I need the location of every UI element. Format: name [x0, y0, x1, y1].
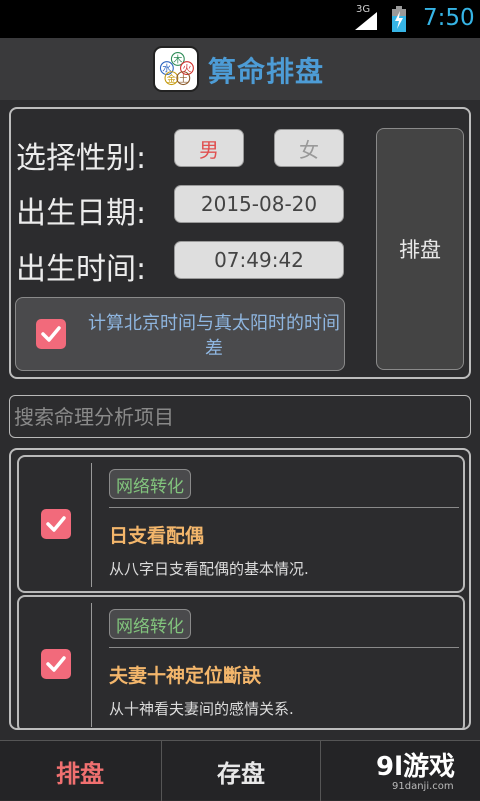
- watermark-logo: 9l游戏 91danji.com: [362, 746, 474, 796]
- item-title: 日支看配偶: [109, 525, 205, 547]
- plate-tab-button[interactable]: 排盘: [0, 741, 160, 801]
- gender-label: 选择性别:: [16, 141, 147, 176]
- item-checkbox[interactable]: [41, 509, 71, 539]
- true-solar-time-toggle[interactable]: 计算北京时间与真太阳时的时间差: [15, 297, 345, 371]
- logo-char-earth: 土: [179, 73, 188, 85]
- item-source-tag: 网络转化: [109, 609, 191, 639]
- checkbox-checked-icon[interactable]: [36, 319, 66, 349]
- battery-charging-icon: [392, 6, 406, 32]
- gender-female-button[interactable]: 女: [274, 129, 344, 167]
- divider: [91, 463, 92, 587]
- logo-char-water: 水: [162, 63, 171, 75]
- item-description: 从八字日支看配偶的基本情况.: [109, 560, 309, 578]
- logo-char-wood: 木: [173, 54, 182, 66]
- checkmark-icon: [46, 656, 66, 672]
- save-tab-button[interactable]: 存盘: [161, 741, 321, 801]
- logo-char-fire: 火: [182, 64, 191, 75]
- search-input[interactable]: [9, 395, 471, 438]
- gender-male-button[interactable]: 男: [174, 129, 244, 167]
- divider: [91, 603, 92, 727]
- item-checkbox[interactable]: [41, 649, 71, 679]
- item-description: 从十神看夫妻间的感情关系.: [109, 700, 294, 718]
- analysis-list: 网络转化 日支看配偶 从八字日支看配偶的基本情况. 网络转化 夫妻十神定位斷訣 …: [9, 448, 471, 730]
- logo-char-metal: 金: [167, 73, 176, 85]
- signal-icon: [355, 12, 377, 30]
- item-source-tag: 网络转化: [109, 469, 191, 499]
- true-solar-time-label: 计算北京时间与真太阳时的时间差: [88, 313, 340, 359]
- watermark-text: 9l游戏: [376, 752, 456, 782]
- plate-button[interactable]: 排盘: [376, 128, 464, 370]
- watermark-url: 91danji.com: [392, 781, 454, 792]
- birth-date-field[interactable]: 2015-08-20: [174, 185, 344, 223]
- list-item[interactable]: 网络转化 日支看配偶 从八字日支看配偶的基本情况.: [17, 455, 465, 593]
- birth-time-field[interactable]: 07:49:42: [174, 241, 344, 279]
- divider: [109, 647, 459, 648]
- checkmark-icon: [46, 516, 66, 532]
- clock: 7:50: [423, 5, 475, 31]
- item-title: 夫妻十神定位斷訣: [109, 665, 262, 687]
- list-item[interactable]: 网络转化 夫妻十神定位斷訣 从十神看夫妻间的感情关系.: [17, 595, 465, 728]
- divider: [109, 507, 459, 508]
- checkmark-icon: [41, 326, 61, 342]
- status-bar: 3G 7:50: [0, 0, 480, 38]
- app-title: 算命排盘: [208, 55, 325, 88]
- app-logo-icon: 木 水 火 金 土: [153, 46, 199, 92]
- birth-date-label: 出生日期:: [16, 196, 147, 231]
- birth-time-label: 出生时间:: [16, 252, 147, 287]
